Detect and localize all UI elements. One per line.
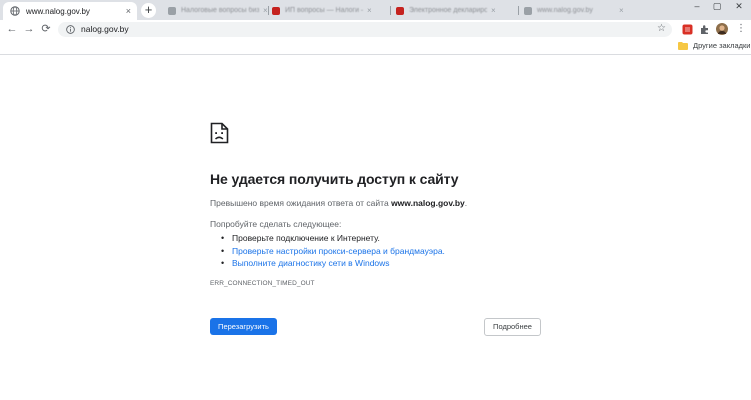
menu-icon[interactable]: ⋮ xyxy=(736,22,746,35)
tab-background[interactable]: ИП вопросы — Налоги — Сайты × xyxy=(272,3,372,18)
puzzle-icon[interactable] xyxy=(699,24,710,35)
forward-icon[interactable]: → xyxy=(22,22,36,36)
bookmarks-bar: Другие закладки xyxy=(0,38,751,55)
maximize-icon[interactable]: ▢ xyxy=(706,0,728,20)
error-summary-text: Превышено время ожидания ответа от сайта xyxy=(210,198,392,208)
error-summary: Превышено время ожидания ответа от сайта… xyxy=(210,198,467,208)
tab-active[interactable]: www.nalog.gov.by × xyxy=(3,2,137,20)
tab-separator xyxy=(268,6,269,15)
tab-background[interactable]: www.nalog.gov.by × xyxy=(524,3,624,18)
red-extension-icon[interactable] xyxy=(682,24,693,35)
tab-background[interactable]: Налоговые вопросы бизнеса × xyxy=(168,3,268,18)
tab-close-icon[interactable]: × xyxy=(263,6,268,15)
tab-strip: www.nalog.gov.by × + Налоговые вопросы б… xyxy=(0,0,751,20)
reload-icon[interactable]: ⟳ xyxy=(39,22,53,36)
tab-separator xyxy=(390,6,391,15)
bookmark-star-icon[interactable]: ☆ xyxy=(657,23,666,34)
tab-close-icon[interactable]: × xyxy=(491,6,496,15)
globe-icon xyxy=(10,6,20,16)
tab-background[interactable]: Электронное декларирование × xyxy=(396,3,496,18)
tab-title: ИП вопросы — Налоги — Сайты xyxy=(285,7,363,14)
browser-window: www.nalog.gov.by × + Налоговые вопросы б… xyxy=(0,0,751,400)
url-text[interactable]: nalog.gov.by xyxy=(81,24,129,35)
address-bar[interactable]: nalog.gov.by ☆ xyxy=(58,22,672,37)
other-bookmarks-folder[interactable]: Другие закладки xyxy=(678,41,750,50)
tab-favicon-icon xyxy=(396,6,404,15)
error-host: www.nalog.gov.by xyxy=(391,198,465,208)
sad-page-icon xyxy=(210,122,229,144)
tab-title: Электронное декларирование xyxy=(409,7,487,14)
toolbar: ← → ⟳ nalog.gov.by ☆ ⋮ xyxy=(0,20,751,38)
tab-favicon-icon xyxy=(272,6,280,15)
tab-title: www.nalog.gov.by xyxy=(26,6,90,16)
suggestions-heading: Попробуйте сделать следующее: xyxy=(210,219,342,229)
tab-close-icon[interactable]: × xyxy=(619,6,624,15)
tab-favicon-icon xyxy=(524,6,532,15)
tab-separator xyxy=(518,6,519,15)
new-tab-button[interactable]: + xyxy=(141,3,156,18)
suggestion-proxy-firewall-link[interactable]: Проверьте настройки прокси-сервера и бра… xyxy=(221,245,445,258)
tab-title: Налоговые вопросы бизнеса xyxy=(181,7,259,14)
back-icon[interactable]: ← xyxy=(5,22,19,36)
reload-button[interactable]: Перезагрузить xyxy=(210,318,277,335)
info-icon[interactable] xyxy=(66,25,75,34)
avatar[interactable] xyxy=(716,23,728,35)
tab-close-icon[interactable]: × xyxy=(367,6,372,15)
minimize-icon[interactable]: – xyxy=(686,0,708,20)
tab-favicon-icon xyxy=(168,6,176,15)
suggestion-check-connection: Проверьте подключение к Интернету. xyxy=(221,232,445,245)
folder-icon xyxy=(678,41,688,50)
error-summary-end: . xyxy=(464,198,468,208)
details-button[interactable]: Подробнее xyxy=(484,318,541,336)
suggestion-network-diagnostics-link[interactable]: Выполните диагностику сети в Windows xyxy=(221,257,445,270)
close-window-icon[interactable]: ✕ xyxy=(728,0,750,20)
error-title: Не удается получить доступ к сайту xyxy=(210,171,459,187)
tab-close-icon[interactable]: × xyxy=(126,6,131,16)
error-code: ERR_CONNECTION_TIMED_OUT xyxy=(210,280,315,287)
suggestions-list: Проверьте подключение к Интернету. Прове… xyxy=(221,232,445,270)
bookmark-label: Другие закладки xyxy=(693,41,751,50)
tab-title: www.nalog.gov.by xyxy=(537,7,593,14)
